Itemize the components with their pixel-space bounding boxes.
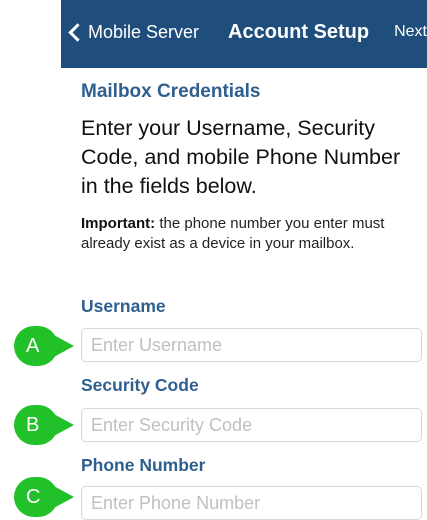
callout-b: B xyxy=(14,405,74,445)
important-note: Important: the phone number you enter mu… xyxy=(81,214,419,254)
username-label: Username xyxy=(81,296,166,316)
important-note-prefix: Important: xyxy=(81,215,156,232)
phone-number-input[interactable] xyxy=(81,486,422,520)
callout-a: A xyxy=(14,326,74,366)
instructions-text: Enter your Username, Security Code, and … xyxy=(81,116,401,198)
navigation-bar: Mobile Server Account Setup Next xyxy=(61,0,427,68)
callout-c: C xyxy=(14,477,74,517)
security-code-label: Security Code xyxy=(81,375,199,395)
chevron-left-icon xyxy=(68,22,87,42)
back-button-label: Mobile Server xyxy=(88,22,200,42)
phone-number-label: Phone Number xyxy=(81,455,206,475)
next-button[interactable]: Next xyxy=(394,21,427,43)
section-title: Mailbox Credentials xyxy=(81,81,261,102)
security-code-input[interactable] xyxy=(81,408,422,442)
username-input[interactable] xyxy=(81,328,422,362)
page-title: Account Setup xyxy=(228,21,370,43)
back-button[interactable]: Mobile Server xyxy=(66,20,199,44)
